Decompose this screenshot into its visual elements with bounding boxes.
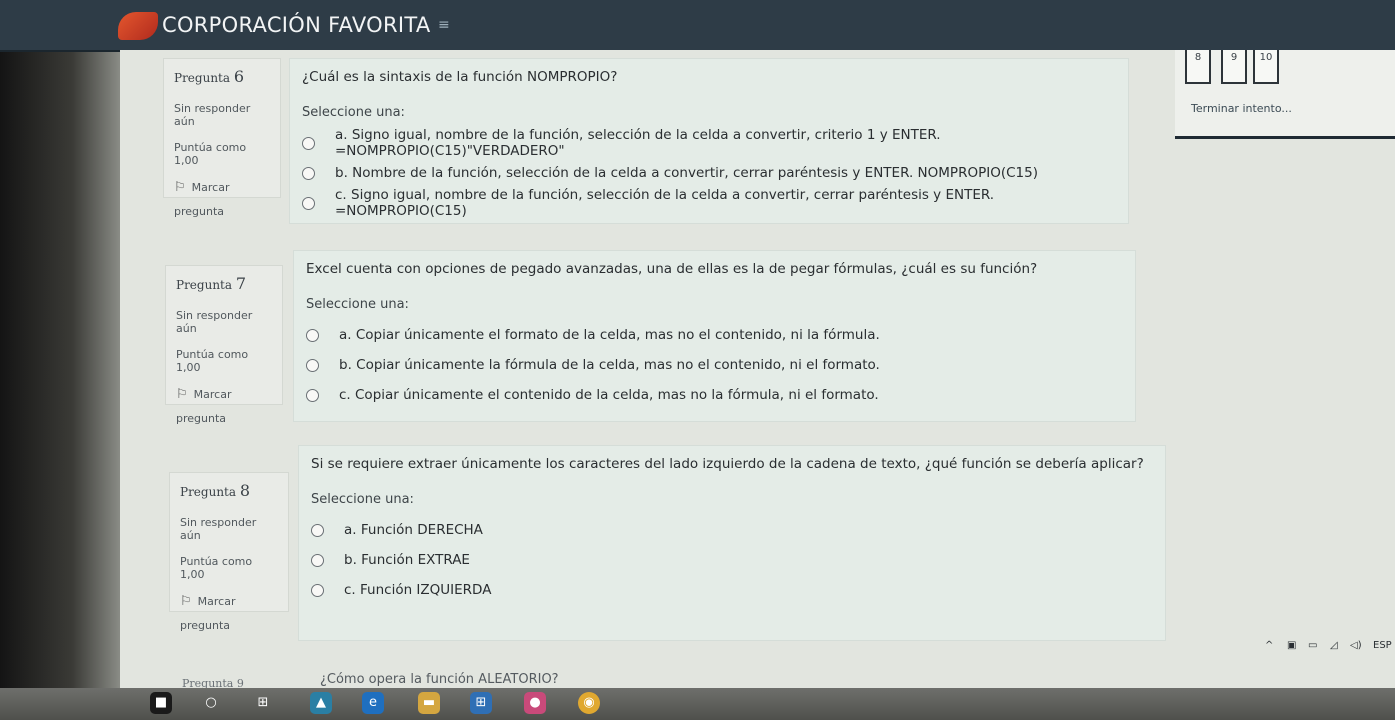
question-points: Puntúa como 1,00: [180, 555, 253, 581]
chrome-icon[interactable]: ◉: [578, 692, 600, 714]
volume-icon[interactable]: ◁): [1350, 640, 1362, 651]
flag-label: pregunta: [180, 619, 231, 632]
radio-button[interactable]: [311, 583, 324, 597]
quiz-navigation: 8 9 10 Terminar intento...: [1175, 50, 1395, 139]
question-points: Puntúa como 1,00: [176, 348, 249, 374]
windows-start-icon[interactable]: ■: [150, 692, 172, 714]
nav-question-8[interactable]: 8: [1185, 50, 1211, 84]
question-content: Si se requiere extraer únicamente los ca…: [298, 445, 1166, 641]
answer-option-a[interactable]: a. Signo igual, nombre de la función, se…: [302, 127, 1116, 159]
nav-question-10[interactable]: 10: [1253, 50, 1279, 84]
taskbar: ■ ○ ⊞ ▲ e ▬ ⊞ ● ◉: [0, 688, 1395, 720]
folder-icon[interactable]: ▬: [418, 692, 440, 714]
edge-icon[interactable]: e: [362, 692, 384, 714]
notification-icon[interactable]: ▣: [1287, 640, 1296, 651]
answer-option-a[interactable]: a. Función DERECHA: [311, 515, 1153, 545]
question-points: Puntúa como 1,00: [174, 141, 247, 167]
radio-button[interactable]: [302, 166, 315, 180]
flag-question-link[interactable]: ⚐ Marcar: [176, 387, 272, 402]
flag-icon: ⚐: [174, 180, 186, 195]
select-one-label: Seleccione una:: [302, 105, 405, 120]
media-icon[interactable]: ●: [524, 692, 546, 714]
select-one-label: Seleccione una:: [306, 297, 409, 312]
question-number: Pregunta 8: [180, 481, 251, 500]
background-edge: [0, 0, 120, 720]
flag-icon: ⚐: [176, 387, 188, 402]
chevron-up-icon[interactable]: ^: [1265, 640, 1273, 651]
answer-option-b[interactable]: b. Nombre de la función, selección de la…: [302, 158, 1116, 188]
question-content: ¿Cuál es la sintaxis de la función NOMPR…: [289, 58, 1129, 224]
search-icon[interactable]: ○: [200, 692, 222, 714]
answer-option-c[interactable]: c. Signo igual, nombre de la función, se…: [302, 187, 1116, 219]
task-view-icon[interactable]: ⊞: [252, 692, 274, 714]
answer-option-c[interactable]: c. Función IZQUIERDA: [311, 575, 1153, 605]
flag-icon: ⚐: [180, 594, 192, 609]
finish-attempt-link[interactable]: Terminar intento...: [1191, 102, 1292, 115]
radio-button[interactable]: [306, 328, 319, 342]
select-one-label: Seleccione una:: [311, 492, 414, 507]
question-info: Pregunta 6 Sin responder aún Puntúa como…: [163, 58, 281, 218]
radio-button[interactable]: [302, 136, 315, 150]
question-number: Pregunta 6: [174, 67, 245, 86]
question-status: Sin responder aún: [176, 309, 253, 335]
nav-question-9[interactable]: 9: [1221, 50, 1247, 84]
paint-icon[interactable]: ▲: [310, 692, 332, 714]
partial-question-text: ¿Cómo opera la función ALEATORIO?: [320, 672, 559, 687]
answer-option-b[interactable]: b. Función EXTRAE: [311, 545, 1153, 575]
wifi-icon[interactable]: ◿: [1330, 640, 1338, 651]
radio-button[interactable]: [306, 358, 319, 372]
store-icon[interactable]: ⊞: [470, 692, 492, 714]
question-text: Si se requiere extraer únicamente los ca…: [311, 456, 1144, 472]
radio-button[interactable]: [311, 553, 324, 567]
brand-name: CORPORACIÓN FAVORITA: [162, 13, 431, 37]
question-content: Excel cuenta con opciones de pegado avan…: [293, 250, 1136, 422]
answer-option-b[interactable]: b. Copiar únicamente la fórmula de la ce…: [306, 350, 1123, 380]
flag-label: pregunta: [176, 412, 227, 425]
language-indicator[interactable]: ESP: [1373, 640, 1392, 651]
flag-label: pregunta: [174, 205, 225, 218]
question-status: Sin responder aún: [180, 516, 257, 542]
question-text: ¿Cuál es la sintaxis de la función NOMPR…: [302, 69, 618, 85]
answer-option-c[interactable]: c. Copiar únicamente el contenido de la …: [306, 380, 1123, 410]
battery-icon[interactable]: ▭: [1308, 640, 1317, 651]
hamburger-icon[interactable]: ≡: [438, 17, 450, 33]
flag-question-link[interactable]: ⚐ Marcar: [174, 180, 270, 195]
brand-logo: [118, 12, 158, 40]
radio-button[interactable]: [311, 523, 324, 537]
question-text: Excel cuenta con opciones de pegado avan…: [306, 261, 1038, 277]
radio-button[interactable]: [302, 196, 315, 210]
flag-question-link[interactable]: ⚐ Marcar: [180, 594, 278, 609]
question-status: Sin responder aún: [174, 102, 251, 128]
answer-option-a[interactable]: a. Copiar únicamente el formato de la ce…: [306, 320, 1123, 350]
site-header: CORPORACIÓN FAVORITA ≡: [0, 0, 1395, 52]
question-info: Pregunta 7 Sin responder aún Puntúa como…: [165, 265, 283, 425]
radio-button[interactable]: [306, 388, 319, 402]
question-info: Pregunta 8 Sin responder aún Puntúa como…: [169, 472, 289, 632]
question-number: Pregunta 7: [176, 274, 247, 293]
